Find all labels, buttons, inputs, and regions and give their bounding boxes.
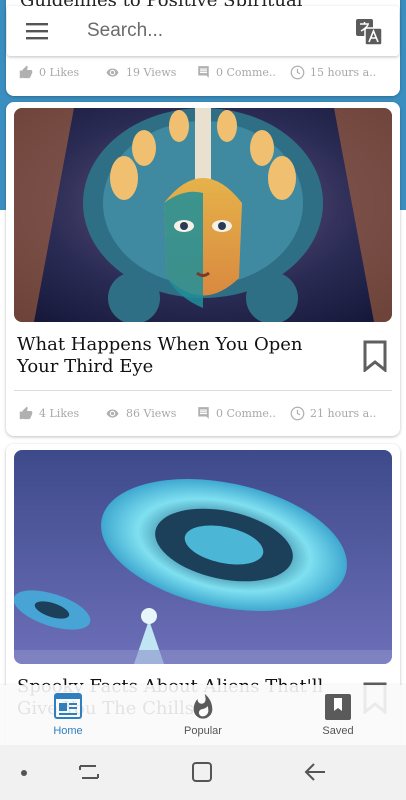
views-label: 86 Views xyxy=(126,406,177,420)
likes-label: 0 Likes xyxy=(39,65,80,79)
home-square-icon[interactable] xyxy=(191,761,213,783)
post-meta: 4 Likes 86 Views 0 Comme.. 21 hours a.. xyxy=(18,403,392,423)
back-arrow-icon[interactable] xyxy=(303,761,327,783)
comment-icon xyxy=(198,407,209,419)
bottom-navigation: Home Popular Saved xyxy=(0,685,406,745)
post-card[interactable]: What Happens When You Open Your Third Ey… xyxy=(6,102,400,436)
translate-button[interactable] xyxy=(355,18,383,46)
divider xyxy=(14,390,392,391)
dot-icon[interactable] xyxy=(20,769,28,777)
nav-popular-tab[interactable]: Popular xyxy=(148,691,258,741)
views-count: 86 Views xyxy=(104,407,184,420)
post-image-aliens[interactable] xyxy=(14,450,392,664)
hamburger-menu-icon xyxy=(26,23,48,40)
eye-icon xyxy=(106,408,119,418)
nav-saved-label: Saved xyxy=(322,725,354,737)
newspaper-icon xyxy=(54,693,82,719)
search-input[interactable] xyxy=(87,18,327,44)
system-navigation-bar xyxy=(0,745,406,800)
recents-icon[interactable] xyxy=(78,761,100,783)
clock-icon xyxy=(290,406,305,420)
comments-count[interactable]: 0 Comme.. xyxy=(196,65,280,79)
post-title[interactable]: What Happens When You Open Your Third Ey… xyxy=(17,334,337,378)
thumbs-up-icon xyxy=(19,406,33,419)
comments-label: 0 Comme.. xyxy=(216,406,276,420)
bookmark-button[interactable] xyxy=(362,340,388,374)
search-bar xyxy=(7,6,399,56)
nav-popular-label: Popular xyxy=(184,725,222,737)
comment-icon xyxy=(198,66,209,78)
eye-icon xyxy=(106,67,119,77)
bookmark-icon xyxy=(325,694,351,720)
clock-icon xyxy=(290,65,305,79)
post-feed[interactable]: Guidelines to Positive Spiritual 0 Likes… xyxy=(0,0,406,745)
post-meta: 0 Likes 19 Views 0 Comme.. 15 hours a.. xyxy=(18,62,392,82)
comments-label: 0 Comme.. xyxy=(216,65,276,79)
post-image-third-eye[interactable] xyxy=(14,108,392,322)
post-time: 21 hours a.. xyxy=(290,406,378,421)
nav-home-label: Home xyxy=(53,725,83,737)
time-label: 21 hours a.. xyxy=(310,406,377,420)
thumbs-up-icon xyxy=(19,65,33,78)
views-count: 19 Views xyxy=(104,66,184,79)
translate-icon xyxy=(356,19,383,46)
time-label: 15 hours a.. xyxy=(310,65,377,79)
bookmark-icon xyxy=(363,340,387,374)
likes-count[interactable]: 0 Likes xyxy=(18,65,90,80)
likes-count[interactable]: 4 Likes xyxy=(18,406,90,421)
flame-icon xyxy=(193,693,213,719)
likes-label: 4 Likes xyxy=(39,406,80,420)
nav-saved-tab[interactable]: Saved xyxy=(283,691,393,741)
comments-count[interactable]: 0 Comme.. xyxy=(196,406,280,420)
nav-home-tab[interactable]: Home xyxy=(13,691,123,741)
post-time: 15 hours a.. xyxy=(290,65,378,80)
views-label: 19 Views xyxy=(126,65,177,79)
menu-button[interactable] xyxy=(25,20,49,42)
